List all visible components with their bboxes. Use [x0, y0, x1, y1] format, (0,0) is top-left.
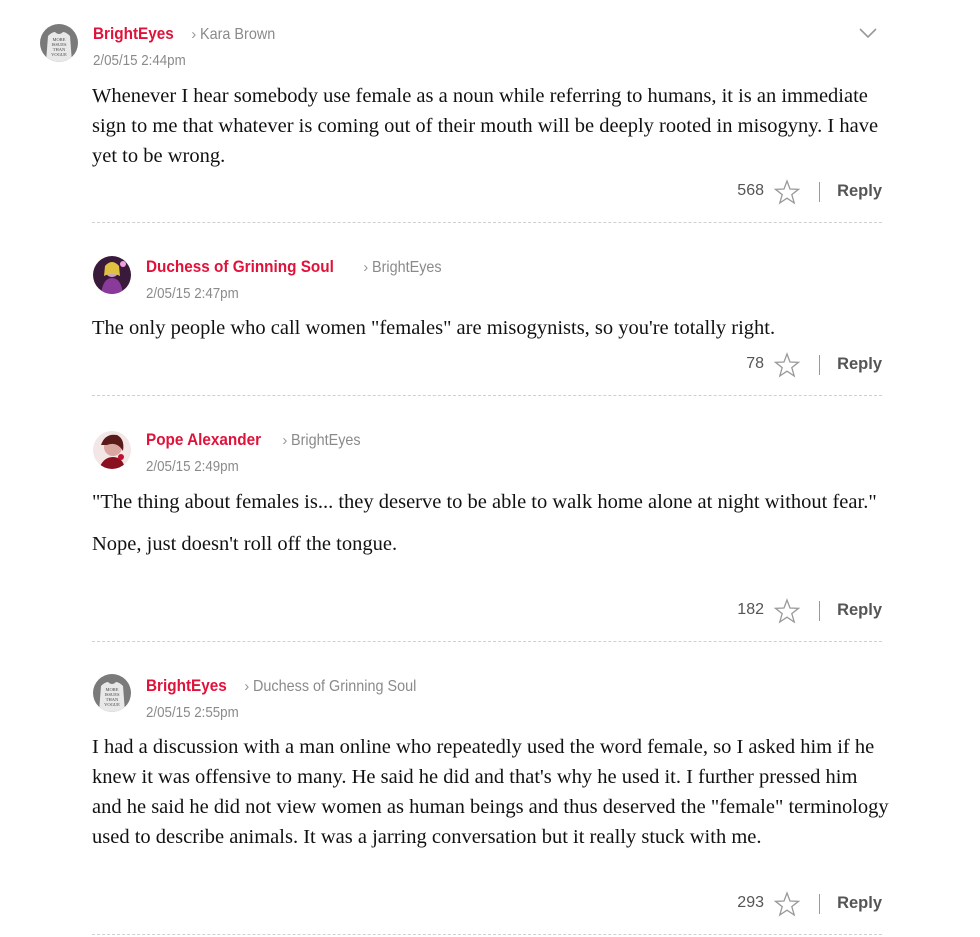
chevron-right-icon: ›: [363, 259, 369, 276]
star-outline-icon[interactable]: [773, 891, 801, 922]
author-name[interactable]: BrightEyes: [146, 676, 227, 696]
reply-button[interactable]: Reply: [837, 894, 882, 913]
shirt-text: VOGUE: [104, 702, 120, 707]
star-count: 78: [746, 355, 764, 372]
reply-to-name[interactable]: Kara Brown: [200, 25, 275, 45]
star-outline-icon[interactable]: [773, 598, 801, 629]
comment-paragraph: "The thing about females is... they dese…: [92, 491, 877, 513]
author-name[interactable]: BrightEyes: [93, 24, 174, 44]
author-name[interactable]: Pope Alexander: [146, 430, 261, 450]
avatar[interactable]: MORE ISSUES THAN VOGUE: [40, 24, 78, 62]
reply-to-name[interactable]: BrightEyes: [372, 258, 442, 278]
comment-paragraph: Whenever I hear somebody use female as a…: [92, 85, 879, 167]
comment-timestamp[interactable]: 2/05/15 2:49pm: [146, 458, 239, 476]
comment-actions: 182 Reply: [600, 598, 882, 625]
comment-thread: MORE ISSUES THAN VOGUE BrightEyes › Kara …: [0, 0, 980, 937]
avatar[interactable]: [93, 431, 131, 469]
star-outline-icon[interactable]: [773, 179, 801, 210]
comment-header: BrightEyes › Kara Brown: [93, 24, 284, 45]
divider: [92, 222, 882, 223]
comment-paragraph: I had a discussion with a man online who…: [92, 736, 889, 848]
divider: [92, 934, 882, 935]
reply-to-name[interactable]: BrightEyes: [291, 431, 361, 451]
star-count: 293: [737, 894, 764, 911]
comment-header: Pope Alexander › BrightEyes: [146, 430, 369, 451]
reply-button[interactable]: Reply: [837, 601, 882, 620]
author-name[interactable]: Duchess of Grinning Soul: [146, 257, 334, 277]
chevron-right-icon: ›: [282, 432, 288, 449]
star-count: 182: [737, 601, 764, 618]
reply-button[interactable]: Reply: [837, 182, 882, 201]
comment-timestamp[interactable]: 2/05/15 2:47pm: [146, 285, 239, 303]
avatar[interactable]: MORE ISSUES THAN VOGUE: [93, 674, 131, 712]
star-outline-icon[interactable]: [773, 352, 801, 383]
comment-paragraph: Nope, just doesn't roll off the tongue.: [92, 533, 398, 555]
reply-to-name[interactable]: Duchess of Grinning Soul: [253, 677, 416, 697]
avatar[interactable]: [93, 256, 131, 294]
comment-actions: 568 Reply: [600, 179, 882, 206]
comment-timestamp[interactable]: 2/05/15 2:44pm: [93, 52, 186, 70]
comment-actions: 78 Reply: [600, 352, 882, 379]
reply-button[interactable]: Reply: [837, 355, 882, 374]
chevron-right-icon: ›: [191, 26, 197, 43]
divider: [92, 641, 882, 642]
comment-header: Duchess of Grinning Soul › BrightEyes: [146, 257, 450, 278]
chevron-right-icon: ›: [244, 678, 250, 695]
separator: [819, 601, 820, 621]
comment-body: "The thing about females is... they dese…: [92, 487, 892, 559]
comment-body: The only people who call women "females"…: [92, 313, 892, 343]
shirt-text: VOGUE: [51, 52, 67, 57]
separator: [819, 355, 820, 375]
comment-actions: 293 Reply: [600, 891, 882, 918]
chevron-down-icon[interactable]: [856, 24, 880, 47]
star-count: 568: [737, 182, 764, 199]
divider: [92, 395, 882, 396]
separator: [819, 894, 820, 914]
separator: [819, 182, 820, 202]
comment-header: BrightEyes › Duchess of Grinning Soul: [146, 676, 435, 697]
comment-body: I had a discussion with a man online who…: [92, 732, 892, 852]
comment-timestamp[interactable]: 2/05/15 2:55pm: [146, 704, 239, 722]
comment-body: Whenever I hear somebody use female as a…: [92, 81, 892, 171]
comment-paragraph: The only people who call women "females"…: [92, 317, 776, 339]
